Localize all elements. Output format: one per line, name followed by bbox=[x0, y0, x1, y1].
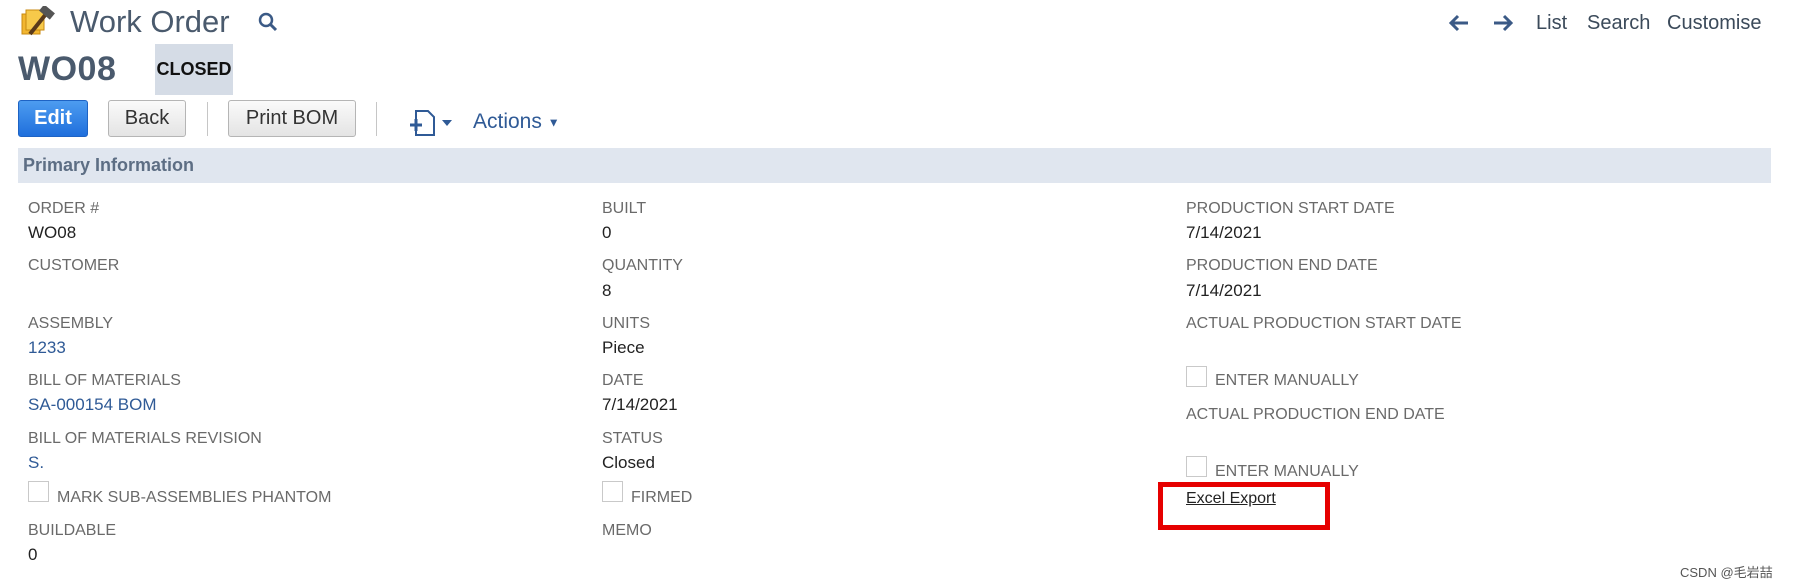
status-label: STATUS bbox=[602, 430, 663, 447]
toolbar-divider bbox=[376, 102, 377, 136]
built-label: BUILT bbox=[602, 200, 647, 217]
watermark: CSDN @毛岩喆 bbox=[1680, 565, 1773, 580]
bom-link[interactable]: SA-000154 BOM bbox=[28, 395, 157, 415]
enter-manually-start-checkbox[interactable] bbox=[1186, 366, 1207, 387]
print-bom-button[interactable]: Print BOM bbox=[228, 100, 356, 137]
record-id: WO08 bbox=[18, 50, 117, 88]
units-value: Piece bbox=[602, 338, 645, 357]
enter-manually-end-label: ENTER MANUALLY bbox=[1215, 463, 1359, 480]
built-value: 0 bbox=[602, 223, 612, 242]
highlight-box bbox=[1158, 482, 1330, 530]
status-value: Closed bbox=[602, 453, 655, 472]
quantity-label: QUANTITY bbox=[602, 257, 683, 274]
search-icon[interactable] bbox=[256, 10, 280, 34]
actions-menu[interactable]: Actions ▼ bbox=[473, 110, 560, 134]
bom-revision-link[interactable]: S. bbox=[28, 453, 44, 473]
enter-manually-start-label: ENTER MANUALLY bbox=[1215, 372, 1359, 389]
date-label: DATE bbox=[602, 372, 644, 389]
production-start-date-label: PRODUCTION START DATE bbox=[1186, 200, 1395, 217]
customer-label: CUSTOMER bbox=[28, 257, 120, 274]
firmed-checkbox[interactable] bbox=[602, 481, 623, 502]
search-link[interactable]: Search bbox=[1587, 12, 1650, 35]
page-title: Work Order bbox=[70, 4, 230, 39]
bom-revision-label: BILL OF MATERIALS REVISION bbox=[28, 430, 262, 447]
status-badge: CLOSED bbox=[155, 44, 233, 95]
firmed-label: FIRMED bbox=[631, 489, 693, 506]
chevron-down-icon: ▼ bbox=[547, 115, 560, 130]
back-button[interactable]: Back bbox=[108, 100, 186, 137]
actual-end-date-label: ACTUAL PRODUCTION END DATE bbox=[1186, 406, 1445, 423]
bom-label: BILL OF MATERIALS bbox=[28, 372, 181, 389]
units-label: UNITS bbox=[602, 315, 650, 332]
enter-manually-end-checkbox[interactable] bbox=[1186, 456, 1207, 477]
date-value: 7/14/2021 bbox=[602, 395, 678, 414]
order-number-label: ORDER # bbox=[28, 200, 100, 217]
customise-link[interactable]: Customise bbox=[1667, 12, 1761, 35]
new-document-icon[interactable] bbox=[408, 108, 454, 138]
section-title: Primary Information bbox=[23, 155, 195, 175]
actual-start-date-label: ACTUAL PRODUCTION START DATE bbox=[1186, 315, 1462, 332]
production-end-date-value: 7/14/2021 bbox=[1186, 281, 1262, 300]
memo-label: MEMO bbox=[602, 522, 652, 539]
assembly-label: ASSEMBLY bbox=[28, 315, 114, 332]
section-header-primary-information[interactable]: Primary Information bbox=[18, 148, 1771, 183]
buildable-value: 0 bbox=[28, 545, 38, 564]
list-link[interactable]: List bbox=[1536, 12, 1567, 35]
assembly-link[interactable]: 1233 bbox=[28, 338, 66, 358]
arrow-left-icon[interactable] bbox=[1446, 10, 1472, 36]
quantity-value: 8 bbox=[602, 281, 612, 300]
toolbar-divider bbox=[207, 102, 208, 136]
mark-phantom-checkbox[interactable] bbox=[28, 481, 49, 502]
buildable-label: BUILDABLE bbox=[28, 522, 117, 539]
hammer-icon bbox=[20, 4, 56, 38]
edit-button[interactable]: Edit bbox=[18, 100, 88, 137]
production-start-date-value: 7/14/2021 bbox=[1186, 223, 1262, 242]
mark-phantom-label: MARK SUB-ASSEMBLIES PHANTOM bbox=[57, 489, 332, 506]
arrow-right-icon[interactable] bbox=[1490, 10, 1516, 36]
order-number-value: WO08 bbox=[28, 223, 77, 242]
production-end-date-label: PRODUCTION END DATE bbox=[1186, 257, 1378, 274]
actions-label: Actions bbox=[473, 110, 542, 133]
